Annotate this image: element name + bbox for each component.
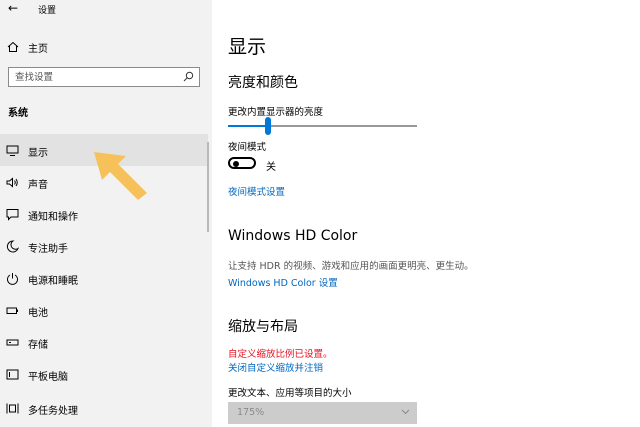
- brightness-heading: 亮度和颜色: [228, 75, 298, 91]
- page-title: 显示: [228, 36, 267, 58]
- hdr-description: 让支持 HDR 的视频、游戏和应用的画面更明亮、更生动。: [228, 261, 474, 272]
- size-label: 更改文本、应用等项目的大小: [228, 388, 352, 399]
- storage-icon: [6, 339, 19, 346]
- slider-thumb[interactable]: [264, 117, 271, 135]
- notification-icon: [6, 209, 19, 221]
- sidebar-item-multitasking[interactable]: 多任务处理: [0, 392, 208, 424]
- size-dropdown-value: 175%: [237, 407, 265, 418]
- home-nav-item[interactable]: 主页: [0, 36, 212, 58]
- sidebar-item-label: 显示: [28, 148, 48, 159]
- power-icon: [7, 273, 18, 285]
- brightness-slider-label: 更改内置显示器的亮度: [228, 107, 324, 118]
- night-mode-label: 夜间模式: [228, 142, 267, 153]
- sidebar-item-label: 通知和操作: [28, 212, 78, 223]
- custom-scale-notice: 自定义缩放比例已设置。: [228, 349, 333, 360]
- sidebar-item-label: 平板电脑: [28, 372, 68, 383]
- hdr-settings-link[interactable]: Windows HD Color 设置: [228, 275, 338, 289]
- home-label: 主页: [28, 44, 48, 55]
- sidebar-item-label: 多任务处理: [28, 406, 78, 417]
- monitor-icon: [6, 145, 19, 156]
- speaker-icon: [6, 177, 18, 188]
- toggle-knob: [233, 161, 239, 167]
- app-title: 设置: [38, 6, 57, 16]
- home-icon: [7, 41, 19, 52]
- night-mode-toggle[interactable]: [228, 157, 256, 169]
- title-bar: ← 设置: [0, 0, 212, 18]
- slider-fill: [228, 125, 268, 127]
- search-icon[interactable]: [183, 71, 194, 82]
- sidebar-item-tablet[interactable]: 平板电脑: [0, 358, 208, 390]
- sidebar-item-storage[interactable]: 存储: [0, 326, 208, 358]
- search-input[interactable]: [9, 68, 185, 86]
- sidebar-item-label: 存储: [28, 340, 48, 351]
- sidebar-item-battery[interactable]: 电池: [0, 294, 208, 326]
- multitask-icon: [6, 403, 19, 414]
- pointer-arrow-annotation: [94, 152, 147, 200]
- sidebar-item-power[interactable]: 电源和睡眠: [0, 262, 208, 294]
- sign-out-link[interactable]: 关闭自定义缩放并注销: [228, 360, 323, 374]
- sidebar: ← 设置 主页 系统 显示 声音 通知和操作: [0, 0, 212, 427]
- scale-heading: 缩放与布局: [228, 319, 298, 335]
- battery-icon: [6, 307, 18, 314]
- chevron-down-icon: [401, 409, 410, 415]
- sidebar-scrollbar[interactable]: [207, 142, 209, 232]
- sidebar-item-label: 电源和睡眠: [28, 276, 78, 287]
- sidebar-item-focus-assist[interactable]: 专注助手: [0, 230, 208, 262]
- size-dropdown[interactable]: 175%: [228, 402, 417, 424]
- tablet-icon: [6, 369, 19, 380]
- sidebar-item-label: 专注助手: [28, 244, 68, 255]
- back-arrow-icon[interactable]: ←: [8, 1, 18, 15]
- sidebar-item-label: 电池: [28, 308, 48, 319]
- sidebar-item-notifications[interactable]: 通知和操作: [0, 198, 208, 230]
- brightness-slider[interactable]: [228, 117, 417, 135]
- display-settings-panel: 显示 亮度和颜色 更改内置显示器的亮度 夜间模式 关 夜间模式设置 Window…: [212, 0, 640, 427]
- hdr-heading: Windows HD Color: [228, 228, 358, 244]
- sidebar-item-label: 声音: [28, 180, 48, 191]
- night-mode-settings-link[interactable]: 夜间模式设置: [228, 184, 285, 198]
- night-mode-state: 关: [266, 162, 276, 173]
- search-box[interactable]: [8, 67, 200, 87]
- section-label-system: 系统: [8, 108, 28, 119]
- moon-icon: [6, 240, 19, 253]
